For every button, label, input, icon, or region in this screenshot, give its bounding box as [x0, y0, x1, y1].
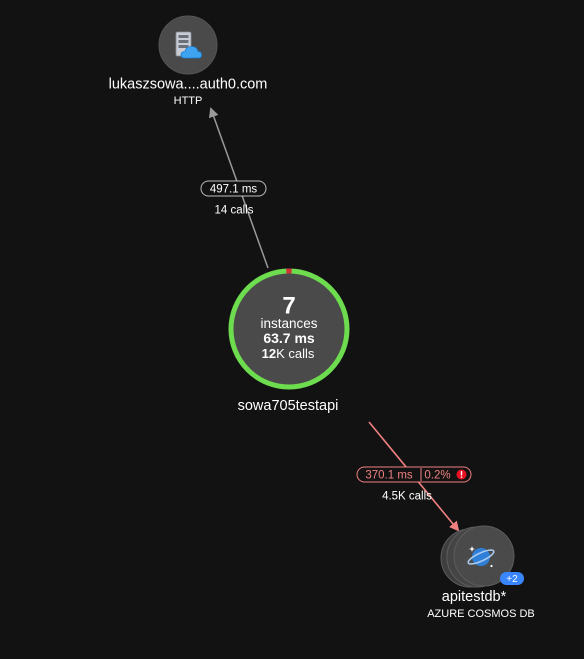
edge-to-auth0[interactable]: 497.1 ms 14 calls [200, 107, 269, 269]
edge-duration-label: 497.1 ms [210, 184, 258, 196]
node-name: lukaszsowa....auth0.com [109, 77, 268, 93]
edge-duration-label: 370.1 ms [365, 470, 413, 482]
edge-to-cosmos[interactable]: 370.1 ms 0.2% 4.5K calls [356, 421, 472, 532]
node-type: AZURE COSMOS DB [427, 608, 535, 620]
node-name: apitestdb* [442, 589, 507, 605]
avg-duration-unit: ms [291, 330, 315, 346]
avg-duration-value: 63.7 [263, 330, 290, 346]
avg-duration: 63.7 ms [263, 330, 315, 346]
call-count: 12K calls [262, 346, 315, 361]
edge-calls-label: 4.5K calls [382, 491, 432, 503]
node-type: HTTP [174, 95, 203, 107]
edge-calls-label: 14 calls [215, 205, 254, 217]
call-count-value: 12 [262, 346, 276, 361]
edge-failure-rate-label: 0.2% [424, 470, 450, 482]
count-badge-label: +2 [506, 574, 518, 585]
count-badge[interactable]: +2 [500, 572, 524, 585]
node-cosmos[interactable]: +2 apitestdb* AZURE COSMOS DB [427, 525, 535, 620]
call-count-unit: K calls [276, 346, 315, 361]
application-map: 497.1 ms 14 calls 370.1 ms 0.2% 4.5K cal… [109, 15, 535, 620]
instance-count-label: instances [260, 316, 317, 331]
node-auth0[interactable]: lukaszsowa....auth0.com HTTP [109, 15, 268, 107]
exclamation-icon [456, 469, 467, 480]
node-app[interactable]: 7 instances 63.7 ms 12K calls sowa705tes… [228, 268, 350, 414]
node-name: sowa705testapi [238, 398, 339, 414]
